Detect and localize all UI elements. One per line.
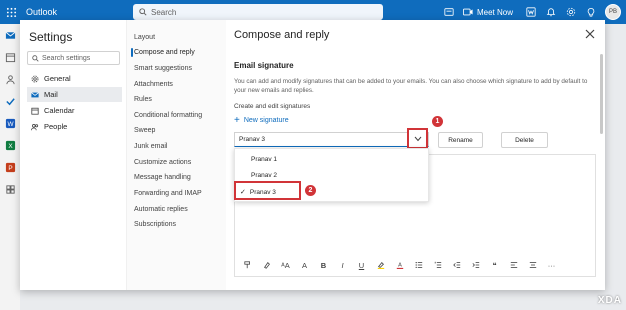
powerpoint-app-icon[interactable]: P [0,156,20,178]
app-launcher-icon[interactable] [0,0,22,24]
new-signature-button[interactable]: + New signature [234,115,289,126]
annotation-highlight-box [234,181,301,200]
category-calendar[interactable]: Calendar [27,103,122,118]
signature-select[interactable]: Pranav 3 [234,132,429,147]
highlighter-icon[interactable] [258,259,275,271]
annotation-badge-1: 1 [432,116,443,127]
settings-dialog: Settings Search settings General Mail Ca… [20,20,605,290]
subcategory-attachments[interactable]: Attachments [131,77,225,92]
annotation-badge-2: 2 [305,185,316,196]
content-panel: Compose and reply Email signature You ca… [226,20,605,290]
category-label: Calendar [44,106,75,115]
people-icon [31,123,39,130]
category-people[interactable]: People [27,119,122,134]
format-painter-icon[interactable] [239,259,256,271]
settings-title: Settings [29,30,73,44]
category-label: People [44,122,68,131]
delete-button[interactable]: Delete [501,132,548,148]
font-color-icon[interactable]: A [391,259,408,271]
bullets-icon[interactable] [410,259,427,271]
svg-text:P: P [8,164,12,171]
numbering-icon[interactable] [429,259,446,271]
italic-icon[interactable]: I [334,259,351,271]
category-label: Mail [44,90,58,99]
word-app-icon[interactable]: W [0,112,20,134]
subcategory-compose-and-reply[interactable]: Compose and reply [131,45,225,60]
subcategory-junk-email[interactable]: Junk email [131,139,225,154]
subcategory-conditional-formatting[interactable]: Conditional formatting [131,108,225,123]
todo-icon[interactable] [0,90,20,112]
avatar[interactable]: PB [605,4,621,20]
page-title: Compose and reply [234,29,330,41]
subcategory-layout[interactable]: Layout [131,30,225,45]
calendar-icon [31,107,39,115]
excel-app-icon[interactable]: X [0,134,20,156]
subcategory-customize-actions[interactable]: Customize actions [131,155,225,170]
app-name[interactable]: Outlook [26,7,57,17]
search-icon [32,54,39,62]
svg-text:A: A [398,263,402,269]
subcategory-rules[interactable]: Rules [131,92,225,107]
format-toolbar: ᴬA A B I U A ❝ ··· [239,259,594,271]
decrease-indent-icon[interactable] [448,259,465,271]
subcategory-smart-suggestions[interactable]: Smart suggestions [131,61,225,76]
subcategory-message-handling[interactable]: Message handling [131,170,225,185]
app-rail: W X P [0,24,20,310]
search-box[interactable]: Search [133,4,383,20]
search-placeholder: Search [151,7,177,17]
svg-text:X: X [8,142,13,149]
close-icon[interactable] [584,28,596,40]
settings-search-placeholder: Search settings [42,54,91,62]
mail-icon[interactable] [0,24,20,46]
meet-now-label: Meet Now [476,7,513,17]
video-icon [462,8,473,16]
settings-panel: Settings Search settings General Mail Ca… [20,20,126,290]
signature-dropdown-toggle[interactable] [407,128,428,149]
more-icon[interactable]: ··· [543,259,560,271]
subcategory-panel: Layout Compose and reply Smart suggestio… [126,20,226,290]
category-general[interactable]: General [27,71,122,86]
signature-select-value: Pranav 3 [239,136,266,143]
subcategory-forwarding-and-imap[interactable]: Forwarding and IMAP [131,186,225,201]
new-signature-label: New signature [243,117,289,124]
apps-icon[interactable] [0,178,20,200]
font-size-icon[interactable]: ᴬA [277,259,294,271]
category-mail[interactable]: Mail [27,87,122,102]
underline-icon[interactable]: U [353,259,370,271]
section-title: Email signature [234,61,294,70]
increase-indent-icon[interactable] [467,259,484,271]
chevron-down-icon [414,136,421,141]
rename-button[interactable]: Rename [438,132,483,148]
subcategory-sweep[interactable]: Sweep [131,123,225,138]
search-icon [139,8,147,16]
settings-search-input[interactable]: Search settings [27,51,120,65]
gear-icon [31,75,39,82]
people-icon[interactable] [0,68,20,90]
highlight-color-icon[interactable] [372,259,389,271]
subcategory-automatic-replies[interactable]: Automatic replies [131,202,225,217]
align-center-icon[interactable] [524,259,541,271]
plus-icon: + [234,115,240,126]
create-signatures-label: Create and edit signatures [234,103,311,110]
bold-icon[interactable]: B [315,259,332,271]
mail-icon [31,91,39,97]
quote-icon[interactable]: ❝ [486,259,503,271]
watermark-logo: XDA [597,295,622,306]
category-label: General [44,74,71,83]
svg-text:W: W [7,120,14,127]
dropdown-option-pranav-1[interactable]: Pranav 1 [235,151,430,167]
font-icon[interactable]: A [296,259,313,271]
scrollbar[interactable] [600,54,603,134]
section-description: You can add and modify signatures that c… [234,78,588,94]
subcategory-subscriptions[interactable]: Subscriptions [131,217,225,232]
calendar-icon[interactable] [0,46,20,68]
align-left-icon[interactable] [505,259,522,271]
meet-now-button[interactable]: Meet Now [462,7,513,17]
